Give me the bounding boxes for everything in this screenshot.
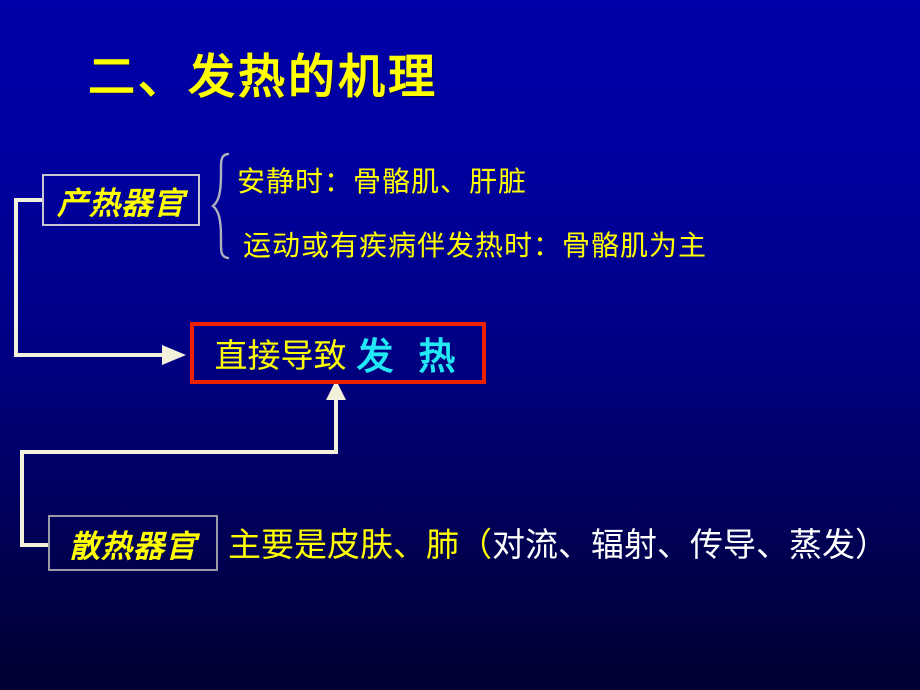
heat-production-detail-rest: 安静时：骨骼肌、肝脏 (237, 165, 528, 198)
node-heat-production-label: 产热器官 (57, 185, 185, 222)
slide-canvas: 二、发热的机理 产热器官 安静时：骨骼肌、肝脏 运动或有疾病伴发热时：骨骼肌为主… (0, 0, 920, 690)
page-title: 二、发热的机理 (88, 50, 438, 105)
curly-brace-icon (211, 152, 230, 260)
heat-dissipation-description: 主要是皮肤、肺（对流、辐射、传导、蒸发） (228, 518, 888, 566)
heat-production-detail-active: 运动或有疾病伴发热时：骨骼肌为主 (243, 229, 708, 262)
heat-dissipation-description-primary: 主要是皮肤、肺（ (228, 525, 492, 564)
node-heat-dissipation-label: 散热器官 (69, 528, 197, 565)
node-fever-result[interactable]: 直接导致 发 热 (190, 322, 486, 384)
heat-dissipation-description-secondary: 对流、辐射、传导、蒸发） (492, 525, 888, 564)
node-heat-production[interactable]: 产热器官 (42, 174, 200, 226)
fever-result-accent: 发 热 (356, 335, 462, 378)
fever-result-lead: 直接导致 (214, 336, 347, 375)
node-heat-dissipation[interactable]: 散热器官 (48, 515, 218, 571)
